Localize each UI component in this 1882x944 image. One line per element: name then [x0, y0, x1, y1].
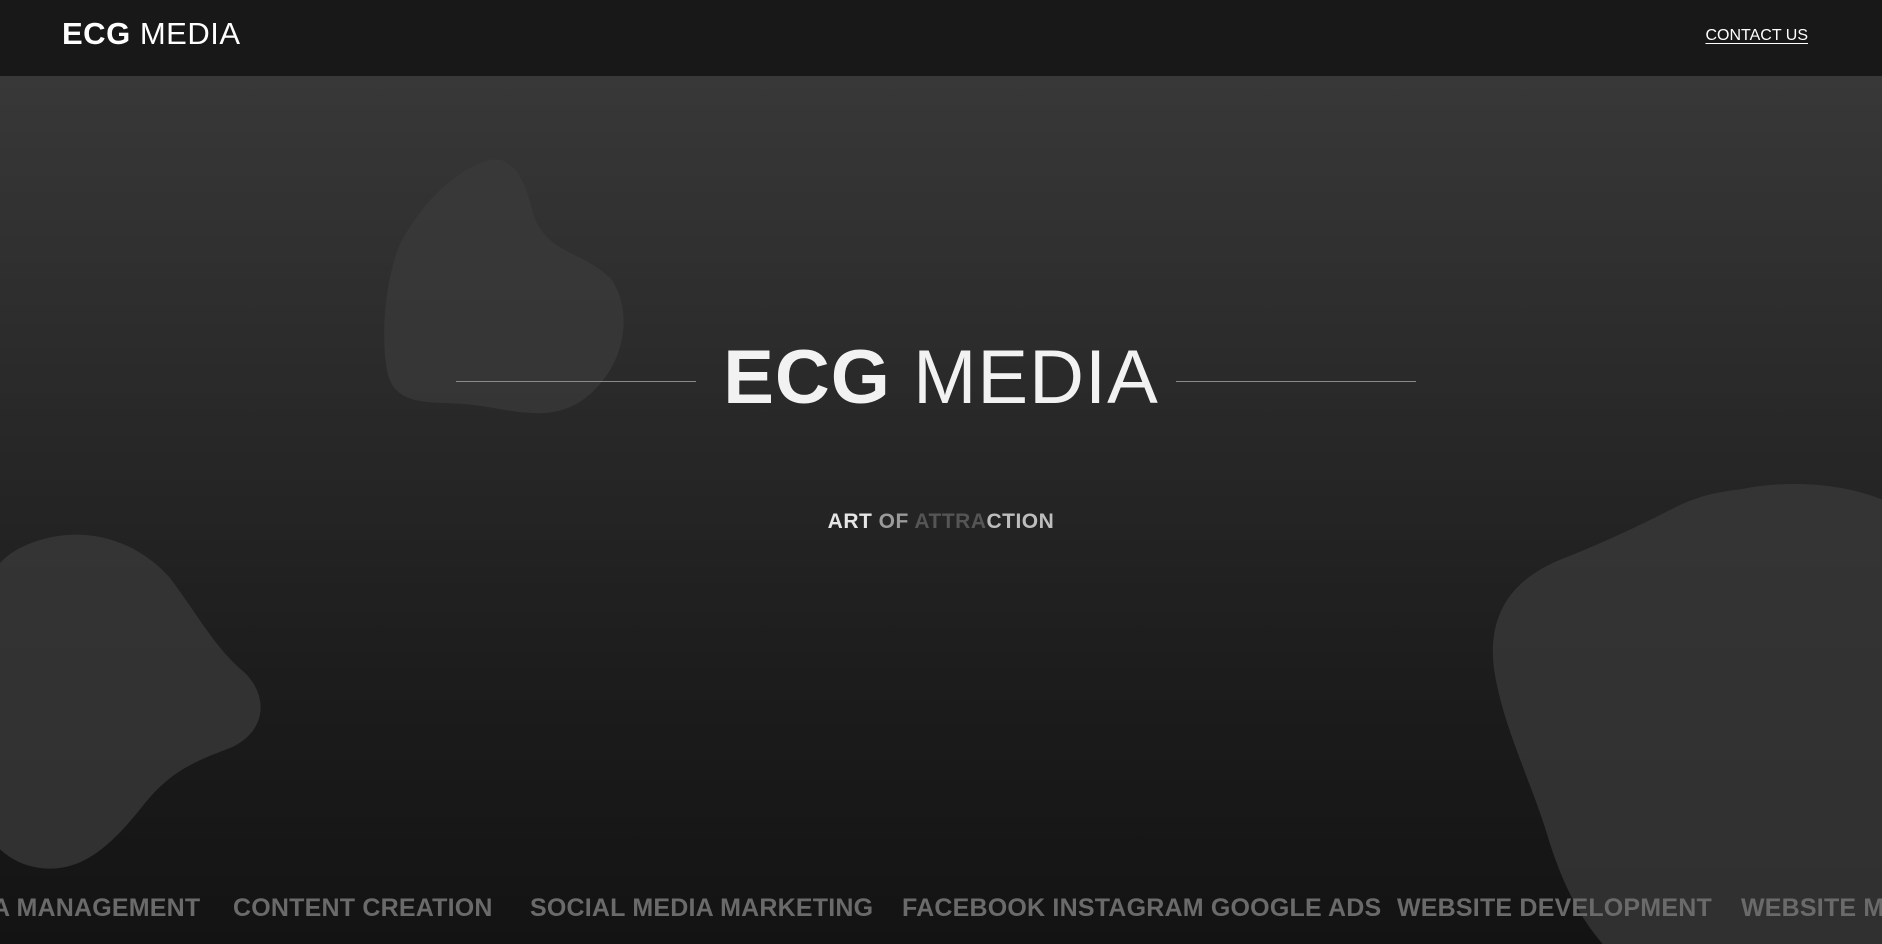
- tagline-part-2: OF: [878, 510, 915, 533]
- ticker-item: FACEBOOK INSTAGRAM GOOGLE ADS: [902, 894, 1382, 922]
- hero-title: ECG MEDIA: [0, 340, 1882, 416]
- top-navigation-bar: ECG MEDIA CONTACT US: [0, 0, 1882, 76]
- decorative-blob-right: [1492, 484, 1882, 944]
- tagline-part-3: ATTRA: [914, 510, 987, 533]
- ticker-item: CONTENT CREATION: [233, 894, 493, 922]
- contact-us-link[interactable]: CONTACT US: [1705, 27, 1808, 45]
- tagline-part-1: ART: [827, 510, 879, 533]
- hero-tagline: ART OF ATTRACTION: [0, 510, 1882, 534]
- ticker-item: SOCIAL MEDIA MARKETING: [530, 894, 874, 922]
- brand-logo-bold: ECG: [62, 16, 131, 51]
- brand-logo[interactable]: ECG MEDIA: [62, 16, 241, 52]
- brand-logo-light: MEDIA: [139, 16, 241, 51]
- tagline-part-4: CTION: [986, 510, 1055, 533]
- ticker-item: A MANAGEMENT: [0, 894, 201, 922]
- ticker-item: WEBSITE DEVELOPMENT: [1397, 894, 1712, 922]
- hero-title-bold: ECG: [723, 335, 891, 420]
- decorative-blob-left: [0, 534, 261, 869]
- hero-title-light: MEDIA: [913, 335, 1159, 420]
- ticker-item: WEBSITE MA: [1741, 894, 1882, 922]
- services-ticker: A MANAGEMENT CONTENT CREATION SOCIAL MED…: [0, 894, 1882, 934]
- page: ECG MEDIA CONTACT US ECG MEDIA ART OF AT…: [0, 0, 1882, 944]
